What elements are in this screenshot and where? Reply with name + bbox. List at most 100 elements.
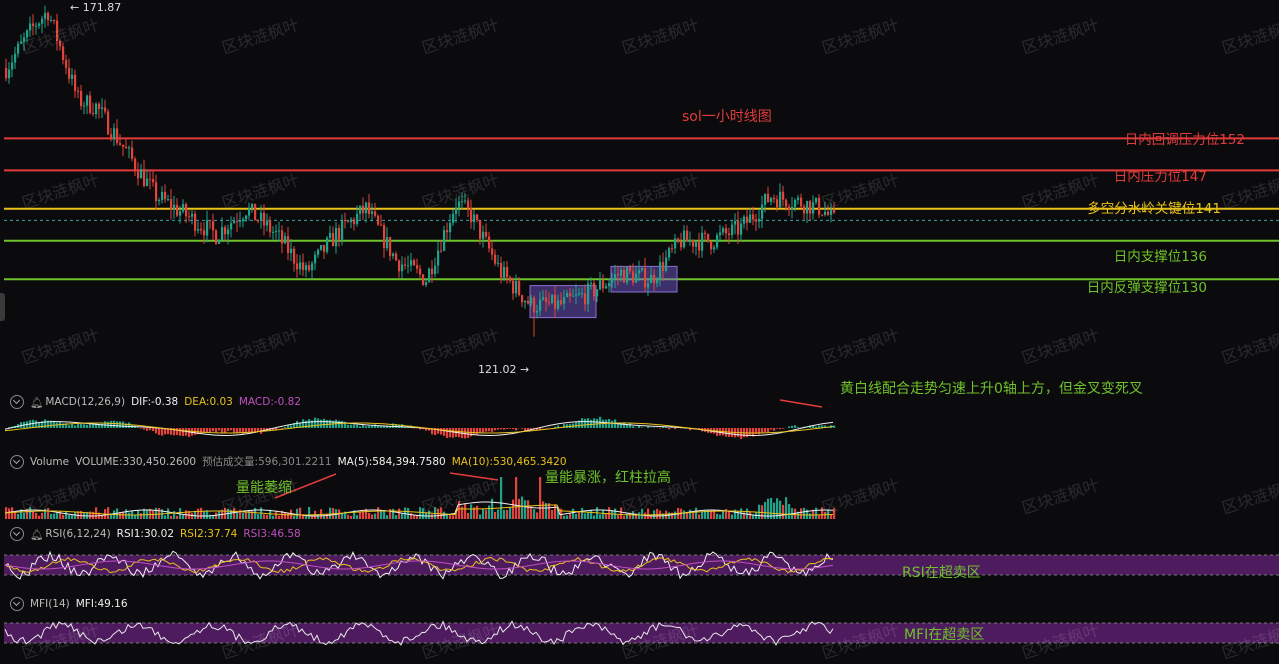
volume-bar xyxy=(506,510,508,519)
volume-bar xyxy=(356,515,358,519)
volume-bar xyxy=(374,514,376,519)
candle-body xyxy=(638,270,640,273)
candle-body xyxy=(359,206,361,214)
candle-body xyxy=(725,228,727,233)
candle-body xyxy=(797,198,799,200)
candle-body xyxy=(122,145,124,147)
macd-arrow xyxy=(780,400,822,407)
collapse-chevron-icon[interactable] xyxy=(10,597,24,611)
volume-bar xyxy=(8,508,10,519)
macd-histogram-bar xyxy=(611,421,613,428)
candle-body xyxy=(323,245,325,252)
candle-body xyxy=(311,263,313,270)
volume-bar xyxy=(431,514,433,519)
candle-body xyxy=(464,200,466,201)
candle-body xyxy=(419,269,421,275)
macd-histogram-bar xyxy=(440,428,442,435)
volume-bar xyxy=(656,509,658,519)
candle-body xyxy=(260,213,262,221)
candle-body xyxy=(731,225,733,235)
candle-body xyxy=(467,200,469,208)
candle-body xyxy=(602,280,604,288)
volume-bar xyxy=(563,516,565,519)
volume-bar xyxy=(173,511,175,519)
candle-body xyxy=(314,255,316,264)
candle-body xyxy=(524,301,526,302)
candle-body xyxy=(782,192,784,200)
macd-histogram-bar xyxy=(782,428,784,429)
macd-histogram-bar xyxy=(143,428,145,430)
candle-body xyxy=(17,44,19,54)
candle-body xyxy=(560,300,562,304)
level-label-130: 日内反弹支撑位130 xyxy=(1087,276,1207,296)
volume-bar xyxy=(293,516,295,519)
candle-body xyxy=(107,111,109,134)
candle-body xyxy=(164,192,166,199)
candle-body xyxy=(125,147,127,148)
candle-body xyxy=(68,68,70,79)
mfi-header[interactable]: MFI(14) MFI:49.16 xyxy=(10,597,128,611)
macd-histogram-bar xyxy=(314,418,316,428)
macd-histogram-bar xyxy=(503,428,505,430)
volume-bar xyxy=(539,477,541,519)
volume-bar xyxy=(512,500,514,519)
bell-icon[interactable]: 🔔︎ xyxy=(30,396,43,409)
bell-icon[interactable]: 🔔︎ xyxy=(30,528,43,541)
candle-body xyxy=(650,275,652,283)
macd-histogram-bar xyxy=(353,424,355,428)
candle-body xyxy=(134,159,136,170)
volume-bar xyxy=(803,508,805,519)
candle-body xyxy=(452,214,454,223)
candle-body xyxy=(140,169,142,178)
candle-body xyxy=(506,267,508,277)
collapse-chevron-icon[interactable] xyxy=(10,527,24,541)
candle-body xyxy=(776,199,778,207)
macd-histogram-bar xyxy=(44,419,46,428)
volume-header[interactable]: Volume VOLUME:330,450.2600 预估成交量:596,301… xyxy=(10,454,567,469)
macd-histogram-bar xyxy=(515,428,517,430)
macd-histogram-bar xyxy=(359,426,361,428)
candle-body xyxy=(386,237,388,248)
macd-histogram-bar xyxy=(584,419,586,428)
volume-bar xyxy=(452,515,454,519)
volume-bar xyxy=(401,513,403,519)
candle-body xyxy=(761,205,763,219)
macd-histogram-bar xyxy=(95,423,97,428)
candle-body xyxy=(389,237,391,256)
candle-body xyxy=(200,229,202,230)
level-label-141: 多空分水岭关键位141 xyxy=(1087,197,1221,217)
candle-body xyxy=(23,37,25,41)
candle-body xyxy=(488,237,490,249)
volume-bar xyxy=(269,510,271,519)
volume-bar xyxy=(815,508,817,519)
candle-body xyxy=(614,274,616,278)
chart-canvas[interactable] xyxy=(0,0,1279,656)
level-label-147: 日内压力位147 xyxy=(1114,165,1207,185)
candle-body xyxy=(695,242,697,247)
candle-body xyxy=(59,41,61,46)
volume-bar xyxy=(698,514,700,519)
candle-body xyxy=(197,229,199,231)
rsi-band-group xyxy=(4,555,1279,643)
candle-body xyxy=(410,260,412,265)
collapse-chevron-icon[interactable] xyxy=(10,455,24,469)
collapse-chevron-icon[interactable] xyxy=(10,395,24,409)
macd-histogram-bar xyxy=(158,428,160,435)
macd-histogram-bar xyxy=(497,428,499,430)
candle-body xyxy=(212,221,214,230)
candle-body xyxy=(689,240,691,241)
volume-bar xyxy=(686,513,688,519)
pane-resize-handle[interactable] xyxy=(0,293,5,321)
volume-bar xyxy=(638,512,640,519)
candle-body xyxy=(830,210,832,215)
volume-bar xyxy=(824,512,826,519)
volume-bar xyxy=(32,512,34,519)
candle-body xyxy=(398,260,400,271)
candle-body xyxy=(41,19,43,24)
macd-histogram-bar xyxy=(749,428,751,435)
volume-bar xyxy=(692,513,694,519)
macd-histogram-bar xyxy=(320,420,322,428)
rsi-header[interactable]: 🔔︎ RSI(6,12,24) RSI1:30.02 RSI2:37.74 RS… xyxy=(10,527,301,541)
candle-body xyxy=(809,201,811,214)
macd-header[interactable]: 🔔︎ MACD(12,26,9) DIF:-0.38 DEA:0.03 MACD… xyxy=(10,395,301,409)
